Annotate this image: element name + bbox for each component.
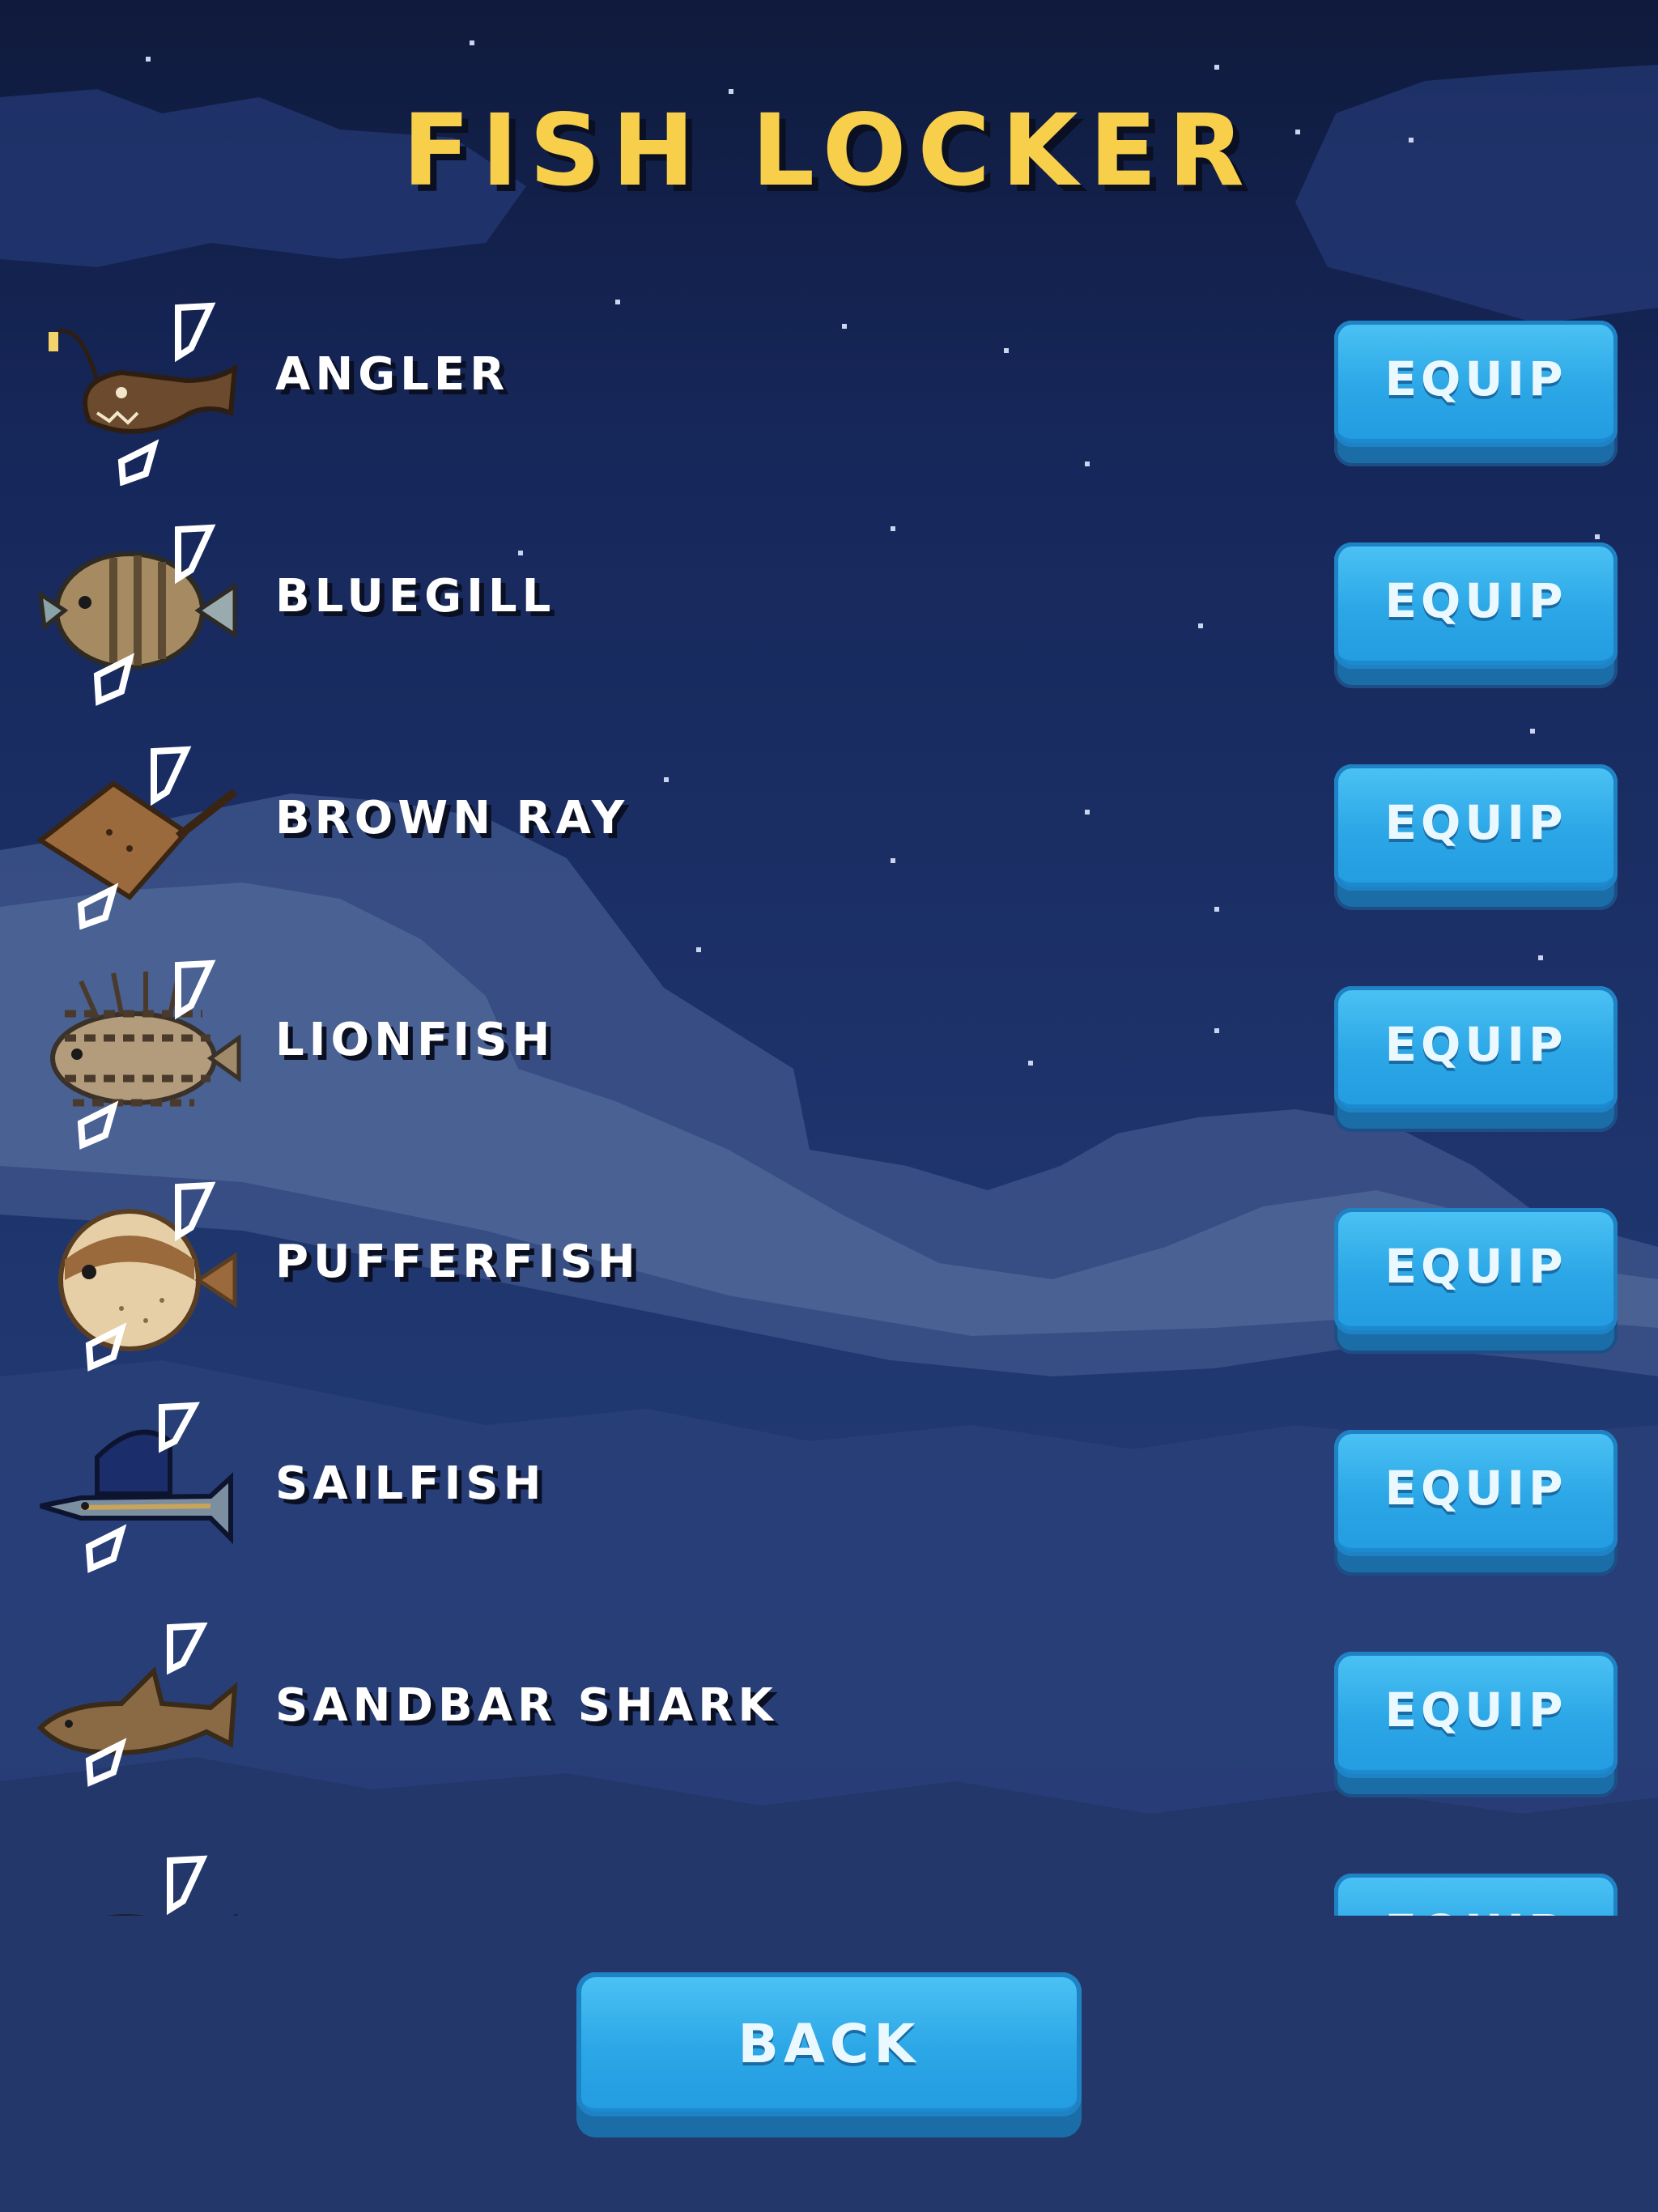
equip-button[interactable]: EQUIP: [1334, 1652, 1618, 1797]
equip-label: EQUIP: [1384, 573, 1567, 628]
equip-label: EQUIP: [1384, 351, 1567, 406]
list-item: PUFFERFISH EQUIP: [0, 1163, 1658, 1385]
list-item: BROWN RAY EQUIP: [0, 719, 1658, 941]
equip-label: EQUIP: [1334, 1904, 1618, 1916]
fish-name: SANDBAR SHARK: [275, 1679, 778, 1732]
list-item: ANGLER EQUIP: [0, 275, 1658, 497]
fish-list[interactable]: ANGLER EQUIP BLUEGILL EQUIP BROWN RAY EQ…: [0, 275, 1658, 1916]
equip-label: EQUIP: [1384, 1682, 1567, 1738]
fish-name: PUFFERFISH: [275, 1236, 640, 1288]
list-item: LIONFISH EQUIP: [0, 941, 1658, 1163]
list-item: SANDBAR SHARK EQUIP: [0, 1606, 1658, 1828]
pufferfish-icon: [32, 1179, 243, 1373]
list-item: EQUIP: [0, 1828, 1658, 1916]
equip-button[interactable]: EQUIP: [1334, 986, 1618, 1132]
fish-name: ANGLER: [275, 348, 510, 401]
equip-button[interactable]: EQUIP: [1334, 1430, 1618, 1576]
back-label: BACK: [738, 2013, 920, 2075]
lionfish-icon: [32, 957, 243, 1151]
equip-label: EQUIP: [1384, 1017, 1567, 1072]
fish-name: LIONFISH: [275, 1014, 555, 1066]
fish-name: BROWN RAY: [275, 792, 630, 844]
sailfish-icon: [32, 1401, 243, 1595]
bluegill-fish-icon: [32, 513, 243, 708]
equip-label: EQUIP: [1384, 795, 1567, 850]
equip-button[interactable]: EQUIP: [1334, 321, 1618, 466]
fish-name: BLUEGILL: [275, 570, 556, 623]
equip-label: EQUIP: [1384, 1239, 1567, 1294]
list-item: SAILFISH EQUIP: [0, 1385, 1658, 1606]
list-item: BLUEGILL EQUIP: [0, 497, 1658, 719]
sandbar-shark-icon: [32, 1622, 243, 1817]
equip-button[interactable]: EQUIP: [1334, 1208, 1618, 1354]
back-button[interactable]: BACK: [576, 1972, 1082, 2138]
page-title: FISH LOCKER: [402, 93, 1256, 208]
equip-button[interactable]: EQUIP: [1334, 1874, 1618, 1916]
equip-button[interactable]: EQUIP: [1334, 542, 1618, 688]
brown-ray-fish-icon: [32, 735, 243, 930]
equip-button[interactable]: EQUIP: [1334, 764, 1618, 910]
fish-name: SAILFISH: [275, 1457, 546, 1510]
fish-icon: [32, 1844, 243, 1916]
angler-fish-icon: [32, 291, 243, 487]
equip-label: EQUIP: [1384, 1461, 1567, 1516]
